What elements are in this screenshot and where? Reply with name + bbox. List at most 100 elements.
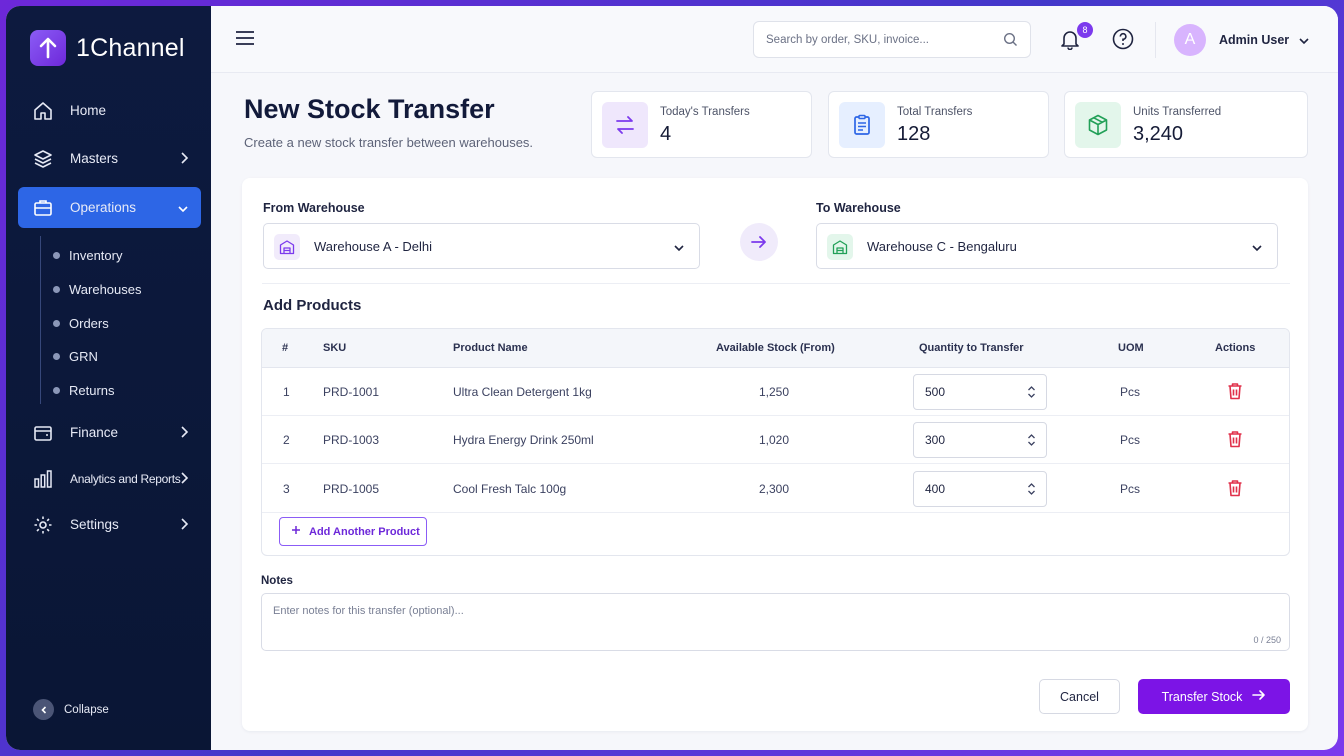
avatar[interactable]: A xyxy=(1174,24,1206,56)
column-header: Actions xyxy=(1215,342,1256,354)
from-warehouse-value: Warehouse A - Delhi xyxy=(314,238,433,254)
column-header: Available Stock (From) xyxy=(716,342,835,354)
sidebar-item-label: Home xyxy=(70,103,107,118)
sidebar-subitem-label: Warehouses xyxy=(69,282,142,297)
row-sku: PRD-1001 xyxy=(323,385,380,399)
spinner-arrows-icon[interactable] xyxy=(1027,385,1036,402)
home-icon xyxy=(32,100,54,122)
sidebar-subitem-grn[interactable]: GRN xyxy=(53,349,98,364)
notes-placeholder: Enter notes for this transfer (optional)… xyxy=(273,605,464,617)
chevron-right-icon xyxy=(179,517,189,534)
quantity-stepper[interactable]: 400 xyxy=(913,471,1047,507)
logo-icon xyxy=(30,30,66,66)
submit-label: Transfer Stock xyxy=(1161,689,1243,704)
cancel-button[interactable]: Cancel xyxy=(1039,679,1120,714)
menu-icon[interactable] xyxy=(235,30,255,51)
sidebar-item-operations[interactable]: Operations xyxy=(18,187,201,228)
chevron-down-icon xyxy=(177,202,189,217)
trash-icon[interactable] xyxy=(1227,430,1243,453)
stat-value: 128 xyxy=(897,123,931,145)
chevron-down-icon xyxy=(673,241,685,256)
divider xyxy=(1155,22,1156,58)
sidebar-item-analytics[interactable]: Analytics and Reports xyxy=(18,458,201,499)
brand-name: 1Channel xyxy=(76,33,185,62)
to-warehouse-label: To Warehouse xyxy=(816,201,901,215)
add-product-button[interactable]: Add Another Product xyxy=(279,517,427,546)
row-product-name: Cool Fresh Talc 100g xyxy=(453,482,567,496)
sidebar-subitem-warehouses[interactable]: Warehouses xyxy=(53,282,142,297)
sidebar-subitem-orders[interactable]: Orders xyxy=(53,316,109,331)
stat-label: Units Transferred xyxy=(1133,106,1222,118)
chevron-down-icon xyxy=(1251,241,1263,256)
sidebar-item-label: Settings xyxy=(70,517,119,532)
sidebar-item-label: Analytics and Reports xyxy=(70,471,181,486)
transfer-stock-button[interactable]: Transfer Stock xyxy=(1138,679,1290,714)
collapse-label: Collapse xyxy=(64,703,109,716)
search-icon xyxy=(1003,32,1018,50)
row-product-name: Hydra Energy Drink 250ml xyxy=(453,433,594,447)
row-product-name: Ultra Clean Detergent 1kg xyxy=(453,385,592,399)
brand[interactable]: 1Channel xyxy=(30,30,185,66)
search-placeholder: Search by order, SKU, invoice... xyxy=(766,33,929,46)
notes-textarea[interactable]: Enter notes for this transfer (optional)… xyxy=(261,593,1290,651)
stat-card-today: Today's Transfers 4 xyxy=(591,91,812,158)
table-row: 1 PRD-1001 Ultra Clean Detergent 1kg 1,2… xyxy=(262,368,1289,416)
column-header: SKU xyxy=(323,342,347,354)
transfer-arrows-icon xyxy=(602,102,648,148)
quantity-stepper[interactable]: 500 xyxy=(913,374,1047,410)
products-table: # SKU Product Name Available Stock (From… xyxy=(261,328,1290,556)
sidebar-subitem-label: Inventory xyxy=(69,248,123,263)
chevron-down-icon[interactable] xyxy=(1298,33,1310,51)
trash-icon[interactable] xyxy=(1227,382,1243,405)
sidebar-subitem-inventory[interactable]: Inventory xyxy=(53,248,122,263)
page-subtitle: Create a new stock transfer between ware… xyxy=(244,135,534,150)
to-warehouse-select[interactable]: Warehouse C - Bengaluru xyxy=(816,223,1278,269)
sidebar-item-label: Masters xyxy=(70,151,119,166)
row-uom: Pcs xyxy=(1120,482,1141,496)
sidebar: 1Channel Home Masters Operations Invento… xyxy=(6,6,211,750)
arrow-right-icon xyxy=(1252,689,1266,704)
quantity-value: 300 xyxy=(925,433,946,447)
quantity-value: 400 xyxy=(925,482,946,496)
collapse-button[interactable]: Collapse xyxy=(33,699,109,720)
sidebar-item-home[interactable]: Home xyxy=(18,90,201,131)
quantity-stepper[interactable]: 300 xyxy=(913,422,1047,458)
sidebar-subitem-label: Orders xyxy=(69,316,109,331)
sidebar-subitem-label: Returns xyxy=(69,383,115,398)
stat-card-total: Total Transfers 128 xyxy=(828,91,1049,158)
gear-icon xyxy=(32,514,54,536)
column-header: UOM xyxy=(1118,342,1144,354)
help-icon[interactable] xyxy=(1112,28,1134,55)
operations-submenu: Inventory Warehouses Orders GRN Returns xyxy=(40,236,190,404)
add-product-label: Add Another Product xyxy=(309,525,420,538)
notes-label: Notes xyxy=(261,575,293,587)
row-number: 1 xyxy=(283,385,290,399)
chevron-right-icon xyxy=(179,425,189,442)
user-name[interactable]: Admin User xyxy=(1219,33,1289,47)
sidebar-item-label: Operations xyxy=(70,200,137,215)
chevron-left-icon xyxy=(33,699,54,720)
bullet-icon xyxy=(53,353,60,360)
bullet-icon xyxy=(53,320,60,327)
table-row: 2 PRD-1003 Hydra Energy Drink 250ml 1,02… xyxy=(262,416,1289,464)
chevron-right-icon xyxy=(179,151,189,168)
row-uom: Pcs xyxy=(1120,433,1141,447)
stat-card-units: Units Transferred 3,240 xyxy=(1064,91,1308,158)
sidebar-item-settings[interactable]: Settings xyxy=(18,504,201,545)
sidebar-item-finance[interactable]: Finance xyxy=(18,412,201,453)
row-sku: PRD-1005 xyxy=(323,482,380,496)
from-warehouse-select[interactable]: Warehouse A - Delhi xyxy=(263,223,700,269)
column-header: # xyxy=(282,342,289,354)
clipboard-icon xyxy=(839,102,885,148)
chevron-right-icon xyxy=(179,471,189,488)
top-bar: Search by order, SKU, invoice... 8 A Adm… xyxy=(211,6,1338,73)
spinner-arrows-icon[interactable] xyxy=(1027,482,1036,499)
search-input[interactable]: Search by order, SKU, invoice... xyxy=(753,21,1031,58)
trash-icon[interactable] xyxy=(1227,479,1243,502)
sidebar-item-masters[interactable]: Masters xyxy=(18,138,201,179)
row-uom: Pcs xyxy=(1120,385,1141,399)
row-number: 3 xyxy=(283,482,290,496)
spinner-arrows-icon[interactable] xyxy=(1027,433,1036,450)
character-count: 0 / 250 xyxy=(1253,635,1281,645)
sidebar-subitem-returns[interactable]: Returns xyxy=(53,383,115,398)
